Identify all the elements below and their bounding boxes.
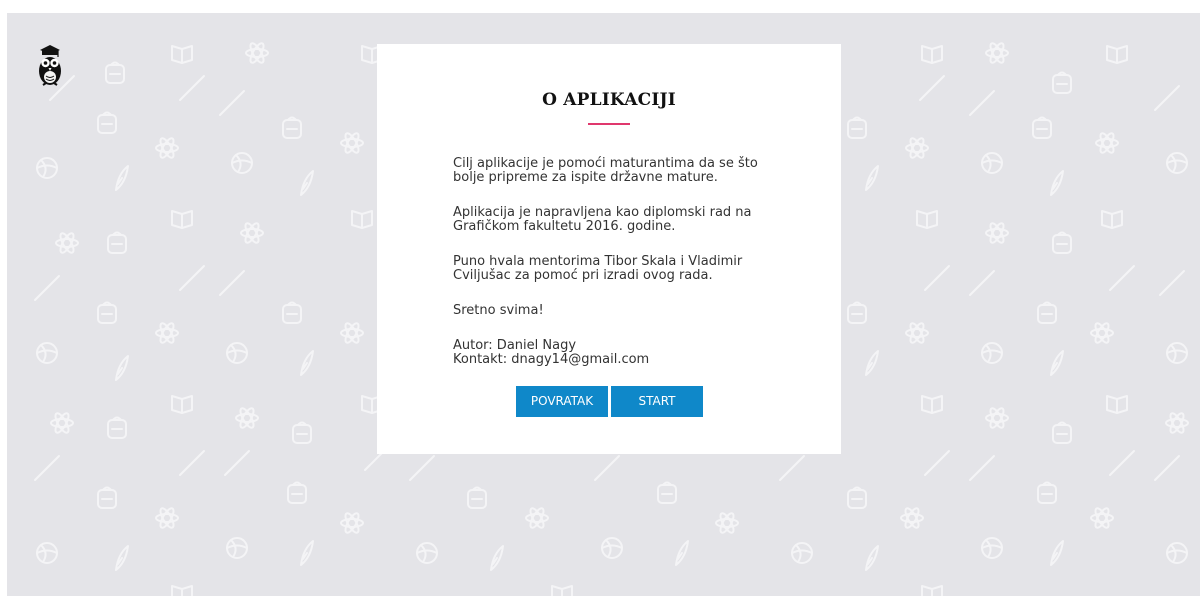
description-paragraph: Cilj aplikacije je pomoći maturantima da… <box>453 156 758 185</box>
about-dialog: O APLIKACIJI Cilj aplikacije je pomoći m… <box>377 44 841 454</box>
thesis-paragraph: Aplikacija je napravljena kao diplomski … <box>453 205 752 234</box>
dialog-content: Cilj aplikacije je pomoći maturantima da… <box>453 157 793 367</box>
thanks-paragraph: Puno hvala mentorima Tibor Skala i Vladi… <box>453 254 743 283</box>
back-button[interactable]: POVRATAK <box>516 386 608 417</box>
author-contact: Autor: Daniel Nagy Kontakt: dnagy14@gmai… <box>453 339 793 367</box>
contact-text: Kontakt: dnagy14@gmail.com <box>453 352 650 367</box>
dialog-title: O APLIKACIJI <box>542 90 676 110</box>
title-underline <box>588 123 630 125</box>
app-background: O APLIKACIJI Cilj aplikacije je pomoći m… <box>7 13 1200 596</box>
start-button[interactable]: START <box>611 386 703 417</box>
owl-graduate-icon[interactable] <box>37 43 63 87</box>
author-text: Autor: Daniel Nagy <box>453 338 577 353</box>
good-luck-text: Sretno svima! <box>453 303 544 318</box>
